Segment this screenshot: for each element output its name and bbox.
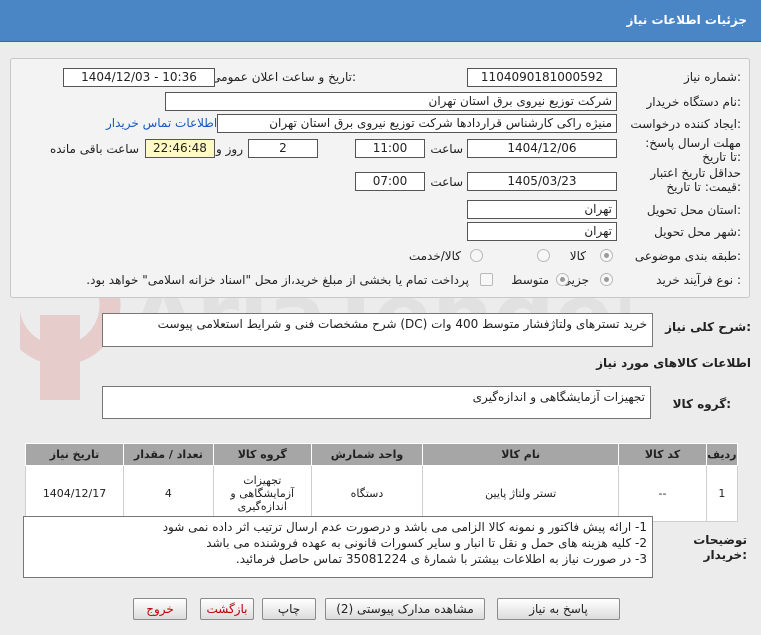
treasury-payment-checkbox[interactable] [480, 273, 493, 286]
cell-qty: 4 [123, 465, 214, 522]
page-header: جزئیات اطلاعات نیاز [0, 0, 761, 42]
buyer-org-value: شرکت توزیع نیروی برق استان تهران [165, 92, 617, 111]
buyer-note-line-1: 1- ارائه پیش فاکتور و نمونه کالا الزامی … [162, 520, 647, 534]
treasury-payment-note: پرداخت تمام یا بخشی از مبلغ خرید،از محل … [86, 273, 469, 287]
cell-row: 1 [705, 465, 739, 522]
goods-table-header: ردیف کد کالا نام کالا واحد شمارش گروه کا… [24, 443, 739, 466]
category-option-goods-service: کالا/خدمت [408, 249, 461, 263]
goods-group-label: گروه کالا: [672, 397, 731, 411]
purchase-type-label: نوع فرآیند خرید : [656, 273, 741, 287]
purchase-type-radio-medium[interactable] [556, 273, 569, 286]
goods-group-value: تجهیزات آزمایشگاهی و اندازه‌گیری [102, 386, 651, 419]
announce-datetime-label: تاریخ و ساعت اعلان عمومی: [211, 70, 356, 84]
reply-days-label: روز و [216, 142, 243, 156]
reply-days-value: 2 [248, 139, 318, 158]
col-unit: واحد شمارش [310, 443, 424, 466]
price-validity-date: 1405/03/23 [467, 172, 617, 191]
attachments-button[interactable]: مشاهده مدارک پیوستی (2) [325, 598, 485, 620]
cell-date: 1404/12/17 [24, 465, 125, 522]
category-radio-extra[interactable] [470, 249, 483, 262]
delivery-province-value: تهران [467, 200, 617, 219]
col-qty: تعداد / مقدار [123, 443, 214, 466]
buyer-notes-label: توضیحات خریدار: [693, 533, 747, 562]
reply-deadline-time: 11:00 [355, 139, 425, 158]
cell-code: -- [618, 465, 707, 522]
general-desc-value: خرید تسترهای ولتاژفشار متوسط 400 وات (DC… [102, 313, 653, 347]
price-validity-label: حداقل تاریخ اعتبار قیمت: تا تاریخ: [650, 166, 741, 194]
requester-value: منیژه راکی کارشناس قراردادها شرکت توزیع … [217, 114, 617, 133]
remaining-time-label: ساعت باقی مانده [49, 142, 139, 156]
reply-deadline-date: 1404/12/06 [467, 139, 617, 158]
page-title: جزئیات اطلاعات نیاز [626, 13, 747, 27]
col-date: تاریخ نیاز [24, 443, 125, 466]
buyer-note-line-2: 2- کلیه هزینه های حمل و نقل تا انبار و س… [206, 536, 647, 550]
delivery-province-label: استان محل تحویل: [646, 203, 741, 217]
col-code: کد کالا [618, 443, 707, 466]
requester-label: ایجاد کننده درخواست: [630, 117, 741, 131]
col-row: ردیف [705, 443, 739, 466]
purchase-type-radio-minor[interactable] [600, 273, 613, 286]
category-radio-goods-service[interactable] [537, 249, 550, 262]
reply-deadline-label: مهلت ارسال پاسخ: تا تاریخ: [645, 136, 741, 164]
exit-button[interactable]: خروج [133, 598, 187, 620]
category-label: طبقه بندی موضوعی: [634, 249, 741, 263]
delivery-city-label: شهر محل تحویل: [654, 225, 741, 239]
category-radio-goods[interactable] [600, 249, 613, 262]
buyer-org-label: نام دستگاه خریدار: [646, 95, 742, 109]
col-name: نام کالا [422, 443, 620, 466]
purchase-type-option-medium: متوسط [511, 273, 549, 287]
price-validity-time-label: ساعت [430, 175, 463, 189]
back-button[interactable]: بازگشت [200, 598, 254, 620]
goods-section-title: اطلاعات کالاهای مورد نیاز [596, 356, 751, 370]
cell-unit: دستگاه [310, 465, 424, 522]
need-number-label: شماره نیاز: [683, 70, 741, 84]
general-desc-label: شرح کلی نیاز: [665, 320, 751, 334]
cell-group: تجهیزات آزمایشگاهی و اندازه‌گیری [212, 465, 312, 522]
reply-button[interactable]: پاسخ به نیاز [497, 598, 620, 620]
col-group: گروه کالا [212, 443, 312, 466]
reply-deadline-time-label: ساعت [430, 142, 463, 156]
category-option-goods: کالا [569, 249, 586, 263]
goods-table: ردیف کد کالا نام کالا واحد شمارش گروه کا… [24, 443, 739, 522]
price-validity-time: 07:00 [355, 172, 425, 191]
cell-name: تستر ولتاژ پایین [422, 465, 620, 522]
need-number-value: 1104090181000592 [467, 68, 617, 87]
announce-datetime-value: 1404/12/03 - 10:36 [63, 68, 215, 87]
buyer-note-line-3: 3- در صورت نیاز به اطلاعات بیشتر با شمار… [235, 552, 647, 566]
remaining-time-value: 22:46:48 [145, 139, 215, 158]
table-row: 1 -- تستر ولتاژ پایین دستگاه تجهیزات آزم… [24, 465, 739, 522]
print-button[interactable]: چاپ [262, 598, 316, 620]
buyer-notes-box: 1- ارائه پیش فاکتور و نمونه کالا الزامی … [23, 516, 653, 578]
delivery-city-value: تهران [467, 222, 617, 241]
buyer-contact-link[interactable]: اطلاعات تماس خریدار [106, 116, 217, 130]
